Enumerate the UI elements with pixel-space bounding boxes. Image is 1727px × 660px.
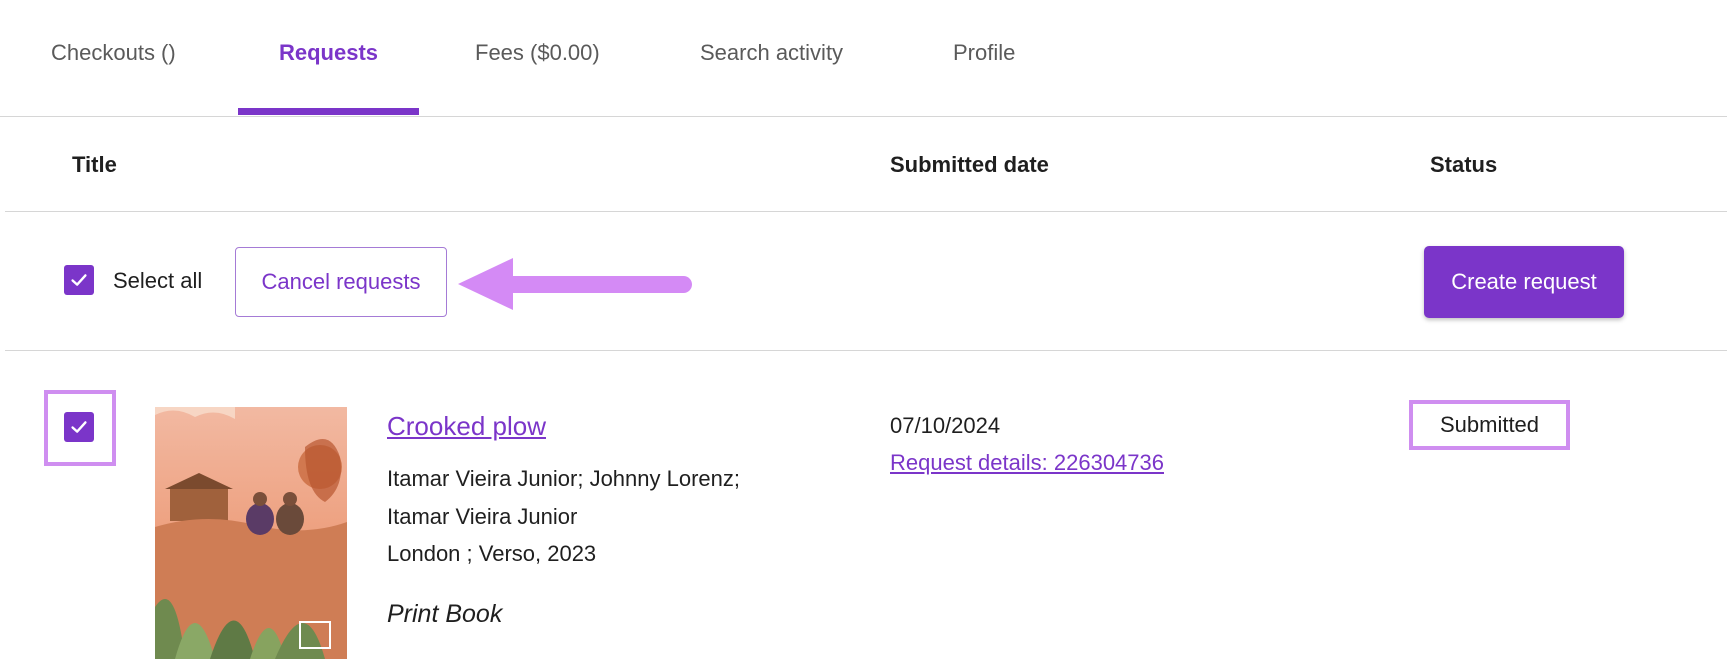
tab-checkouts[interactable]: Checkouts () <box>51 40 176 66</box>
column-header-title: Title <box>72 152 117 177</box>
header-divider <box>5 211 1727 212</box>
checkmark-icon <box>71 274 87 286</box>
status-badge: Submitted <box>1409 400 1570 450</box>
request-publication: London ; Verso, 2023 <box>387 541 597 566</box>
request-submitted-date: 07/10/2024 <box>890 413 1001 438</box>
toolbar-divider <box>5 350 1727 351</box>
request-format: Print Book <box>387 600 503 628</box>
select-all-label: Select all <box>113 268 203 293</box>
tab-fees[interactable]: Fees ($0.00) <box>475 40 600 66</box>
request-authors-continued: Itamar Vieira Junior <box>387 504 578 529</box>
select-all-checkbox[interactable] <box>64 265 94 295</box>
account-tabs: Checkouts () Requests Fees ($0.00) Searc… <box>0 0 1727 117</box>
book-cover-image[interactable] <box>155 407 347 659</box>
active-tab-indicator <box>238 108 419 115</box>
checkmark-icon <box>71 421 87 433</box>
request-title-link[interactable]: Crooked plow <box>387 411 546 442</box>
column-header-status: Status <box>1430 152 1498 177</box>
tab-search-activity[interactable]: Search activity <box>700 40 843 66</box>
column-header-submitted-date: Submitted date <box>890 152 1049 177</box>
tab-profile[interactable]: Profile <box>953 40 1015 66</box>
arrow-left-icon <box>458 258 692 310</box>
cancel-requests-button[interactable]: Cancel requests <box>235 247 447 317</box>
tab-requests[interactable]: Requests <box>279 40 378 66</box>
request-details-link[interactable]: Request details: 226304736 <box>890 450 1164 476</box>
row-checkbox[interactable] <box>64 412 94 442</box>
request-authors: Itamar Vieira Junior; Johnny Lorenz; <box>387 466 740 491</box>
create-request-button[interactable]: Create request <box>1424 246 1624 318</box>
